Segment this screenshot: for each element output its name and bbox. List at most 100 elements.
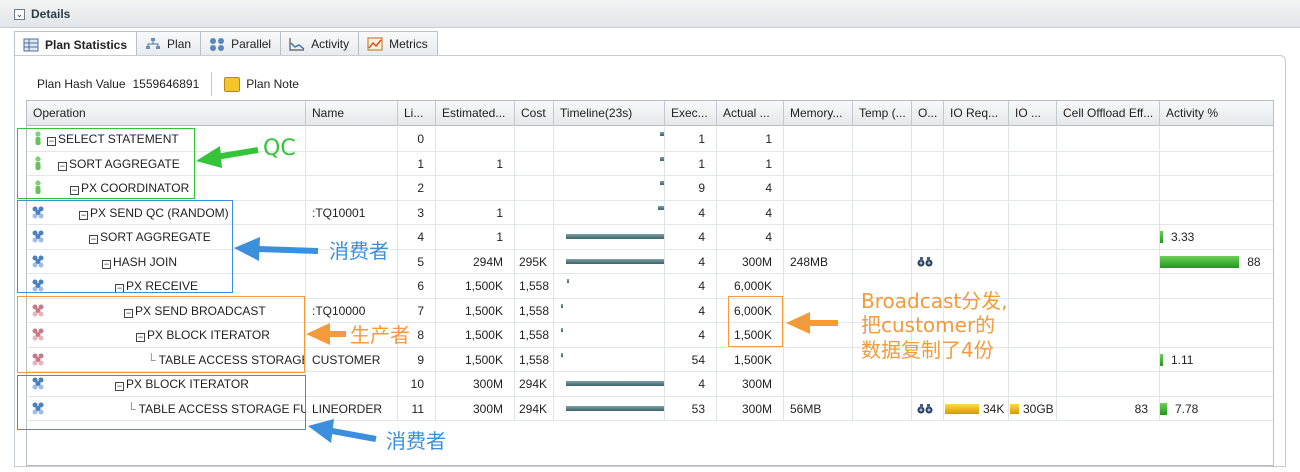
binoculars-icon[interactable] [917,256,933,268]
consumer-highlight-box [17,200,233,293]
temp-cell [853,372,912,396]
name-cell: :TQ10001 [306,200,398,225]
tab-label: Plan [167,37,192,51]
column-header[interactable]: Estimated... [436,101,515,126]
offload-cell [1057,249,1160,274]
exec-cell: 4 [665,249,717,274]
producer-label: 生产者 [350,323,410,347]
column-header[interactable]: Activity % [1160,101,1273,126]
io_bytes-cell [1009,372,1057,396]
column-header[interactable]: IO Req... [944,101,1009,126]
actual-cell: 1,500K [717,347,784,372]
io_bytes-cell [1009,298,1057,323]
activity-cell: 3.33 [1160,225,1273,249]
exec-cell: 4 [665,225,717,249]
cost-cell [515,176,554,200]
tab-label: Metrics [389,37,428,51]
name-cell: CUSTOMER [306,347,398,372]
activity-value: 1.11 [1171,352,1194,367]
activity-cell [1160,201,1273,225]
tree-icon [146,38,161,49]
o-cell [912,396,944,421]
timeline-cell [554,347,665,372]
offload-cell [1057,347,1160,372]
timeline-bar [566,405,664,411]
activity-cell [1160,127,1273,151]
column-header[interactable]: IO ... [1009,101,1057,126]
est-cell: 1,500K [436,323,515,347]
tab-metrics[interactable]: Metrics [358,31,438,56]
column-header[interactable]: Memory... [784,101,853,126]
plan-hash-value: 1559646891 [132,77,200,91]
io_bytes-cell [1009,274,1057,298]
activity-cell [1160,299,1273,323]
timeline-bar [660,156,664,161]
qc-highlight-box [17,128,195,199]
binoculars-icon[interactable] [917,403,933,415]
tab-plan-statistics[interactable]: Plan Statistics [14,31,138,57]
column-header[interactable]: O... [912,101,944,126]
io_bytes-cell [1009,151,1057,176]
tab-bar: Plan Statistics Plan Parallel Activity M… [14,31,438,57]
est-cell: 1 [436,200,515,225]
table-row[interactable]: − SORT AGGREGATE 1 1 1 1 [27,151,1273,176]
io_req-cell [944,176,1009,200]
consumer-label: 消费者 [329,239,389,263]
timeline-bar [567,279,569,283]
qc-label: QC [263,136,296,161]
cost-cell: 295K [515,249,554,274]
line-cell: 5 [398,249,436,274]
plan-note-button[interactable]: Plan Note [246,77,299,91]
temp-cell [853,176,912,200]
io_req-cell [944,127,1009,151]
memory-cell [784,274,853,298]
plan-hash-label: Plan Hash Value [37,77,126,91]
offload-cell [1057,323,1160,347]
timeline-bar [566,381,664,386]
producer-highlight-box [17,296,305,373]
actual-cell: 300M [717,396,784,421]
name-cell [306,127,398,151]
timeline-bar [566,258,664,264]
memory-cell [784,323,853,347]
column-header[interactable]: Li... [398,101,436,126]
cost-cell: 294K [515,396,554,421]
line-cell: 0 [398,127,436,151]
column-header[interactable]: Name [306,101,398,126]
column-header[interactable]: Operation [27,101,306,126]
actual-cell: 1 [717,151,784,176]
offload-cell [1057,298,1160,323]
activity-bar [1160,231,1163,243]
activity-bar [1160,402,1167,415]
actual-cell: 4 [717,225,784,249]
o-cell [912,127,944,151]
io_bytes-cell [1009,249,1057,274]
io-requests-value: 34K [983,401,1005,416]
table-row[interactable]: − PX COORDINATOR 2 9 4 [27,176,1273,201]
broadcast-highlight-box [728,296,783,347]
tab-parallel[interactable]: Parallel [200,31,282,56]
column-header[interactable]: Actual ... [717,101,784,126]
timeline-bar [658,205,664,210]
timeline-cell [554,274,665,298]
tab-plan[interactable]: Plan [136,31,202,56]
temp-cell [853,225,912,249]
column-header[interactable]: Timeline(23s) [554,101,665,126]
column-header[interactable]: Cell Offload Eff... [1057,101,1160,126]
activity-bar [1160,353,1163,366]
io-bytes-value: 30GB [1023,401,1054,416]
column-header[interactable]: Temp (... [853,101,912,126]
line-cell: 4 [398,225,436,249]
column-header[interactable]: Cost [515,101,554,126]
exec-cell: 53 [665,396,717,421]
timeline-cell [554,298,665,323]
collapse-icon[interactable]: ⌄ [14,9,25,20]
tab-activity[interactable]: Activity [280,31,360,56]
timeline-bar [566,234,664,239]
o-cell [912,249,944,274]
name-cell [306,372,398,396]
plan-hash-row: Plan Hash Value 1559646891 Plan Note [37,72,299,96]
table-row[interactable]: − SELECT STATEMENT 0 1 1 [27,127,1273,152]
column-header[interactable]: Exec... [665,101,717,126]
activity-cell [1160,323,1273,347]
